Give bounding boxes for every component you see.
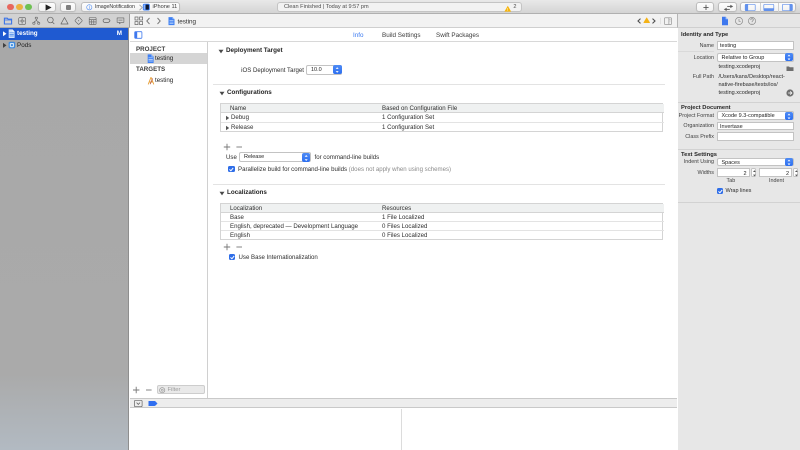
svg-text:!: !: [507, 6, 508, 11]
svg-text:i: i: [89, 5, 90, 11]
svg-text:testing: testing: [178, 18, 197, 25]
